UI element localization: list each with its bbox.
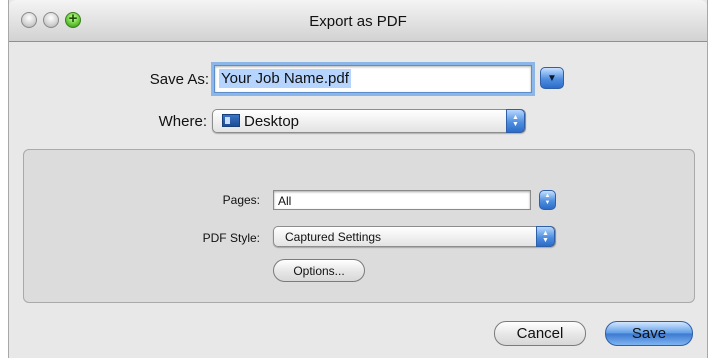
save-as-label: Save As:	[149, 71, 209, 88]
desktop-folder-icon	[222, 114, 240, 127]
where-popup[interactable]: Desktop ▲ ▼	[212, 109, 526, 133]
where-value: Desktop	[244, 113, 300, 130]
window-title: Export as PDF	[309, 13, 407, 30]
cancel-button[interactable]: Cancel	[494, 321, 586, 346]
pages-value: All	[278, 194, 292, 208]
title-bar: Export as PDF	[9, 0, 707, 42]
disclosure-down-icon[interactable]: ▼	[540, 67, 564, 89]
save-button[interactable]: Save	[605, 321, 693, 346]
popup-arrows-icon: ▲ ▼	[536, 226, 555, 247]
pdf-style-popup[interactable]: Captured Settings ▲ ▼	[273, 226, 556, 247]
pdf-style-value: Captured Settings	[285, 230, 382, 244]
settings-group: Pages: All ▲ ▼ PDF Style: Captured Settin…	[23, 149, 695, 303]
save-as-field[interactable]: Your Job Name.pdf	[214, 65, 532, 93]
export-pdf-dialog: Export as PDF Save As: Your Job Name.pdf…	[8, 0, 708, 358]
pdf-style-label: PDF Style:	[202, 231, 260, 245]
options-button[interactable]: Options...	[273, 259, 365, 282]
filename-text: Your Job Name.pdf	[219, 69, 351, 88]
where-label: Where:	[158, 113, 207, 130]
pages-label: Pages:	[222, 193, 260, 207]
popup-arrows-icon: ▲ ▼	[506, 109, 525, 133]
pages-stepper-icon[interactable]: ▲ ▼	[539, 190, 556, 210]
pages-field[interactable]: All	[273, 190, 531, 210]
